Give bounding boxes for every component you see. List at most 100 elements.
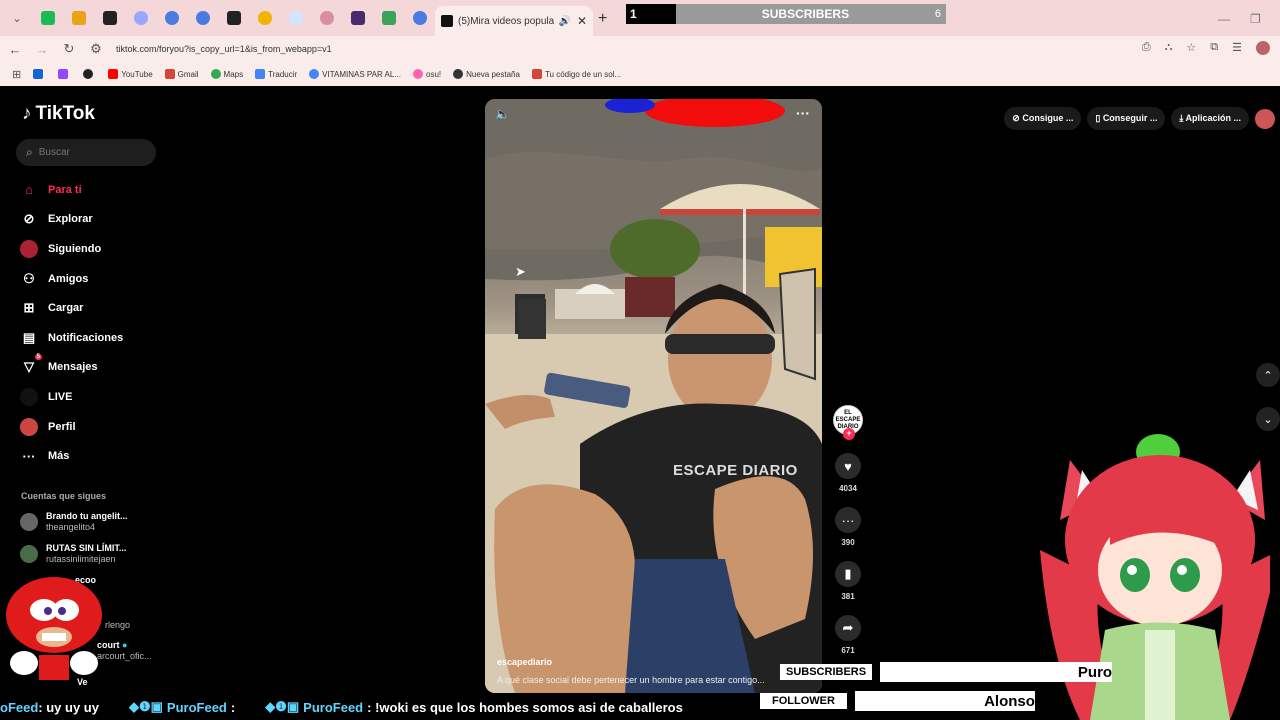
pinned-tab[interactable] (313, 6, 341, 30)
comment-icon[interactable]: ··· (835, 507, 861, 533)
search-box[interactable]: ⌕ (16, 139, 156, 166)
next-video-icon[interactable]: ⌄ (1256, 407, 1280, 431)
following-account[interactable]: Brando tu angelit... theangelito4 (20, 511, 128, 533)
sidebar-nav: ⌂ Para ti ⊘ Explorar Siguiendo ⚇ Amigos ⊞ Ca… (20, 175, 190, 471)
video-player[interactable]: ESCAPE DIARIO 🔈 ··· escapediario A qué c… (485, 99, 822, 693)
friends-icon: ⚇ (23, 270, 35, 286)
profile-avatar[interactable] (1255, 108, 1275, 129)
tiktok-logo[interactable]: ♪ TikTok (22, 103, 95, 125)
like-action[interactable]: ♥ 4034 (831, 453, 865, 493)
nav-explorar[interactable]: ⊘ Explorar (20, 205, 190, 235)
get-app-button[interactable]: ▯ Conseguir ... (1087, 107, 1166, 130)
follow-plus-icon[interactable]: + (843, 428, 855, 440)
share-action[interactable]: ➦ 671 (831, 615, 865, 655)
following-account[interactable]: rlengo (105, 620, 130, 631)
pinned-tab[interactable] (96, 6, 124, 30)
pinned-tab[interactable] (251, 6, 279, 30)
back-icon[interactable]: ← (3, 42, 27, 57)
subs-label: SUBSCRIBERS (761, 7, 850, 21)
globe-icon (453, 69, 464, 79)
bookmark-vitaminas[interactable]: VITAMINAS PAR AL... (309, 69, 401, 79)
tab-list-button[interactable]: ⌄ (3, 6, 31, 30)
previous-video-icon[interactable]: ⌃ (1256, 363, 1280, 387)
bookmark-icon-outlook[interactable] (33, 69, 46, 79)
get-coins-button[interactable]: ⊘ Consigue ... (1004, 107, 1082, 130)
following-account[interactable]: RUTAS SIN LÍMIT... rutassinlimitejaen (20, 543, 126, 565)
install-app-icon[interactable]: ⎙ (1142, 41, 1151, 55)
share-icon[interactable]: ➦ (835, 615, 861, 641)
url-input[interactable]: tiktok.com/foryou?is_copy_url=1&is_from_… (116, 44, 332, 54)
subs-count: 1 (626, 4, 676, 24)
creator-avatar[interactable]: EL ESCAPE DIARIO + (833, 405, 863, 440)
apps-grid-icon[interactable]: ⊞ (12, 68, 21, 81)
chat-message: : (230, 699, 236, 715)
save-action[interactable]: ▮ 381 (831, 561, 865, 601)
forward-icon[interactable]: → (30, 42, 54, 57)
google-icon (309, 69, 320, 79)
heart-icon[interactable]: ♥ (835, 453, 861, 479)
tab-active-tiktok[interactable]: (5)Mira videos populares se 🔊 ✕ (435, 6, 593, 36)
bookmark-traducir[interactable]: Traducir (255, 69, 297, 79)
video-actions: EL ESCAPE DIARIO + ♥ 4034 ··· 390 ▮ 381 … (831, 405, 865, 655)
nav-perfil[interactable]: Perfil (20, 412, 190, 442)
new-tab-button[interactable]: + (598, 10, 607, 28)
chat-user: oFeed (0, 699, 39, 715)
pinned-tab[interactable] (127, 6, 155, 30)
stream-subscribers-row: SUBSCRIBERS Puro (780, 662, 1113, 682)
profile-avatar[interactable] (1256, 41, 1270, 55)
bookmark-youtube[interactable]: YouTube (108, 69, 153, 79)
compass-icon: ⊘ (23, 211, 35, 227)
stream-follower-row: FOLLOWER Alonso (760, 691, 1035, 711)
browser-tab-bar: ⌄ (5)Mira videos populares se 🔊 ✕ + 1 SU… (0, 0, 1280, 36)
minimize-icon[interactable]: — (1218, 12, 1230, 26)
video-username[interactable]: escapediario (497, 657, 552, 667)
nav-para-ti[interactable]: ⌂ Para ti (20, 175, 190, 205)
comment-count: 390 (841, 538, 855, 547)
pinned-tab[interactable] (189, 6, 217, 30)
following-account[interactable]: court ● arcourt_ofic... (97, 640, 152, 662)
tiktok-favicon-icon (441, 15, 453, 27)
volume-icon[interactable]: 🔈 (495, 107, 510, 121)
close-tab-icon[interactable]: ✕ (577, 14, 587, 28)
reload-icon[interactable]: ↻ (57, 41, 81, 57)
more-options-icon[interactable]: ··· (796, 105, 810, 121)
search-input[interactable] (38, 147, 139, 158)
nav-siguiendo[interactable]: Siguiendo (20, 234, 190, 264)
pinned-tab[interactable] (406, 6, 434, 30)
nav-mensajes[interactable]: ▽ 5 Mensajes (20, 353, 190, 383)
nav-notificaciones[interactable]: ▤ Notificaciones (20, 323, 190, 353)
translate-icon[interactable]: ⛬ (1165, 41, 1173, 55)
pinned-tab[interactable] (220, 6, 248, 30)
pinned-tab[interactable] (65, 6, 93, 30)
reading-list-icon[interactable]: ☰ (1232, 41, 1242, 55)
extensions-icon[interactable]: ⧉ (1210, 41, 1218, 55)
bookmark-nueva-pestana[interactable]: Nueva pestaña (453, 69, 520, 79)
bookmark-icon-twitch[interactable] (58, 69, 71, 79)
subscriber-goal-bar: 1 SUBSCRIBERS 6 (626, 4, 946, 24)
gmail-icon (531, 69, 542, 79)
nav-live[interactable]: LIVE (20, 382, 190, 412)
site-info-icon[interactable]: ⚙ (84, 41, 108, 57)
pinned-tab[interactable] (344, 6, 372, 30)
nav-amigos[interactable]: ⚇ Amigos (20, 264, 190, 294)
nav-cargar[interactable]: ⊞ Cargar (20, 293, 190, 323)
speaker-icon[interactable]: 🔊 (558, 16, 570, 27)
stream-subs-label: SUBSCRIBERS (780, 664, 873, 680)
search-icon[interactable]: ⌕ (26, 145, 33, 160)
bookmark-icon-misc[interactable] (83, 69, 96, 79)
bookmark-maps[interactable]: Maps (210, 69, 243, 79)
address-bar-row: ← → ↻ ⚙ tiktok.com/foryou?is_copy_url=1&… (0, 36, 1280, 62)
bookmark-gmail[interactable]: Gmail (164, 69, 199, 79)
bookmark-osu[interactable]: osu! (413, 69, 441, 79)
pinned-tab[interactable] (34, 6, 62, 30)
bookmark-icon[interactable]: ▮ (835, 561, 861, 587)
pinned-tab[interactable] (282, 6, 310, 30)
nav-mas[interactable]: ··· Más (20, 441, 190, 471)
pinned-tab[interactable] (158, 6, 186, 30)
comment-action[interactable]: ··· 390 (831, 507, 865, 547)
restore-icon[interactable]: ❐ (1250, 12, 1261, 26)
desktop-app-button[interactable]: ⤓ Aplicación ... (1171, 107, 1249, 130)
bookmark-star-icon[interactable]: ☆ (1186, 41, 1196, 55)
bookmark-codigo[interactable]: Tu código de un sol... (531, 69, 621, 79)
pinned-tab[interactable] (375, 6, 403, 30)
